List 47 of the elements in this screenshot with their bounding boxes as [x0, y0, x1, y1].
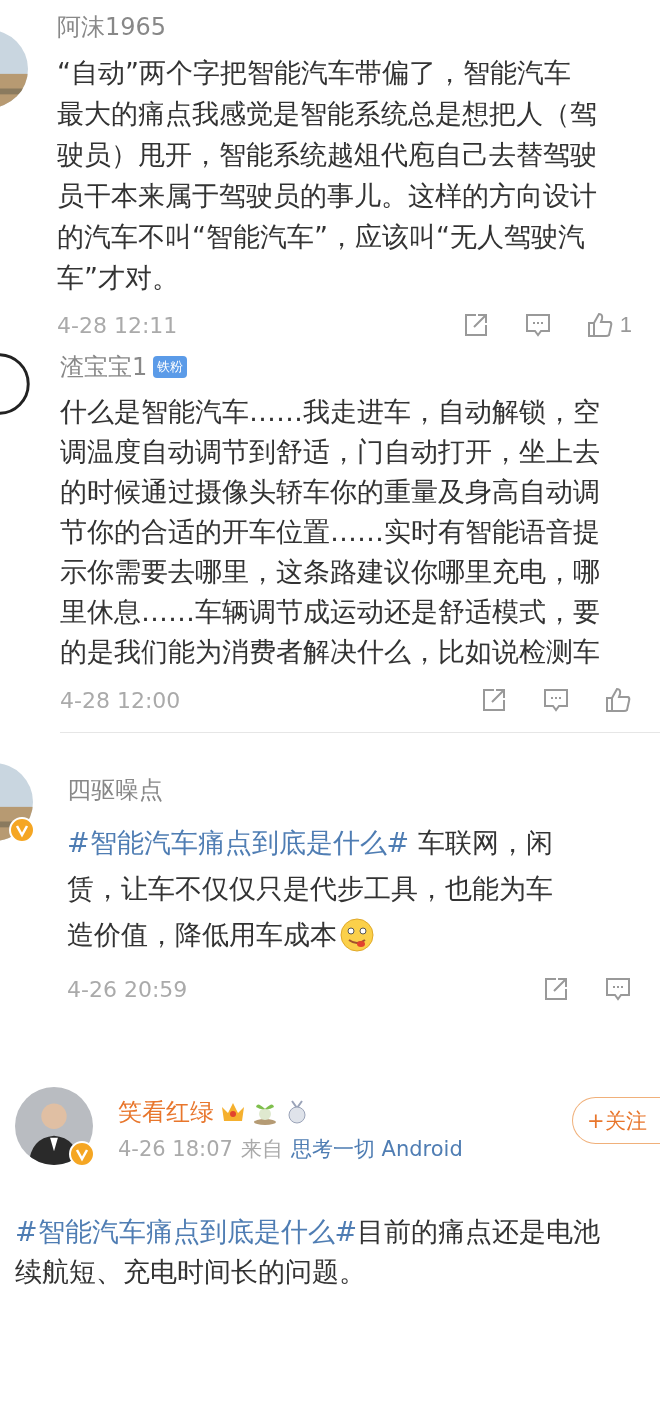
comment-icon — [542, 686, 570, 714]
user-name[interactable]: 笑看红绿 — [118, 1096, 214, 1128]
comment-text: 什么是智能汽车……我走进车，自动解锁，空 — [60, 395, 600, 429]
topic-link[interactable]: #智能汽车痛点到底是什么# — [15, 1212, 358, 1252]
comment-text: 车”才对。 — [57, 261, 179, 295]
comment-icon — [604, 975, 632, 1003]
like-button[interactable] — [604, 686, 632, 714]
source-label: 来自 — [240, 1136, 283, 1163]
comment-text: 赁，让车不仅仅只是代步工具，也能为车 — [67, 872, 553, 906]
comment-text: 的汽车不叫“智能汽车”，应该叫“无人驾驶汽 — [57, 220, 585, 254]
follow-button[interactable]: +关注 — [572, 1097, 660, 1144]
share-button[interactable] — [480, 686, 508, 714]
comment-text: 里休息……车辆调节成运动还是舒适模式，要 — [60, 595, 600, 629]
user-name[interactable]: 四驱噪点 — [67, 774, 163, 806]
smiley-icon — [339, 917, 375, 953]
user-name[interactable]: 阿沫1965 — [57, 11, 167, 43]
user-name[interactable]: 渣宝宝1 — [60, 351, 148, 383]
comment-button[interactable] — [542, 686, 570, 714]
comment-button[interactable] — [604, 975, 632, 1003]
share-icon — [542, 975, 570, 1003]
comment-text: 车联网，闲 — [416, 826, 553, 860]
source-link[interactable]: 思考一切 Android — [290, 1135, 463, 1163]
comment-text: 造价值，降低用车成本 — [67, 918, 337, 952]
post-time: 4-28 12:11 — [57, 312, 179, 338]
fan-badge: 铁粉 — [153, 356, 188, 378]
topic-link[interactable]: #智能汽车痛点到底是什么# — [67, 820, 410, 866]
like-button[interactable]: 1 — [585, 311, 632, 339]
comment-text: “自动”两个字把智能汽车带偏了，智能汽车 — [57, 56, 571, 90]
comment-icon — [523, 311, 552, 339]
comment-text: 员干本来属于驾驶员的事儿。这样的方向设计 — [57, 179, 597, 213]
share-icon — [480, 686, 508, 714]
comment-text: 目前的痛点还是电池 — [357, 1215, 601, 1249]
comment-text: 节你的合适的开车位置……实时有智能语音提 — [60, 515, 600, 549]
post-time: 4-26 18:07 — [118, 1137, 233, 1161]
comment-text: 的是我们能为消费者解决什么，比如说检测车 — [60, 635, 600, 669]
comment-text: 示你需要去哪里，这条路建议你哪里充电，哪 — [60, 555, 600, 589]
comment-button[interactable] — [523, 311, 552, 339]
comment-text: 最大的痛点我感觉是智能系统总是想把人（驾 — [57, 97, 597, 131]
post-time: 4-28 12:00 — [60, 687, 182, 713]
comment-text: 续航短、充电时间长的问题。 — [15, 1255, 366, 1289]
share-button[interactable] — [542, 975, 570, 1003]
comment-text: 调温度自动调节到舒适，门自动打开，坐上去 — [60, 435, 600, 469]
comment-text: 的时候通过摄像头轿车你的重量及身高自动调 — [60, 475, 600, 509]
thumbs-up-icon — [604, 686, 632, 714]
comment-text: 驶员）甩开，智能系统越俎代庖自己去替驾驶 — [57, 138, 597, 172]
post-time: 4-26 20:59 — [67, 976, 189, 1002]
thumbs-up-icon — [585, 311, 614, 339]
